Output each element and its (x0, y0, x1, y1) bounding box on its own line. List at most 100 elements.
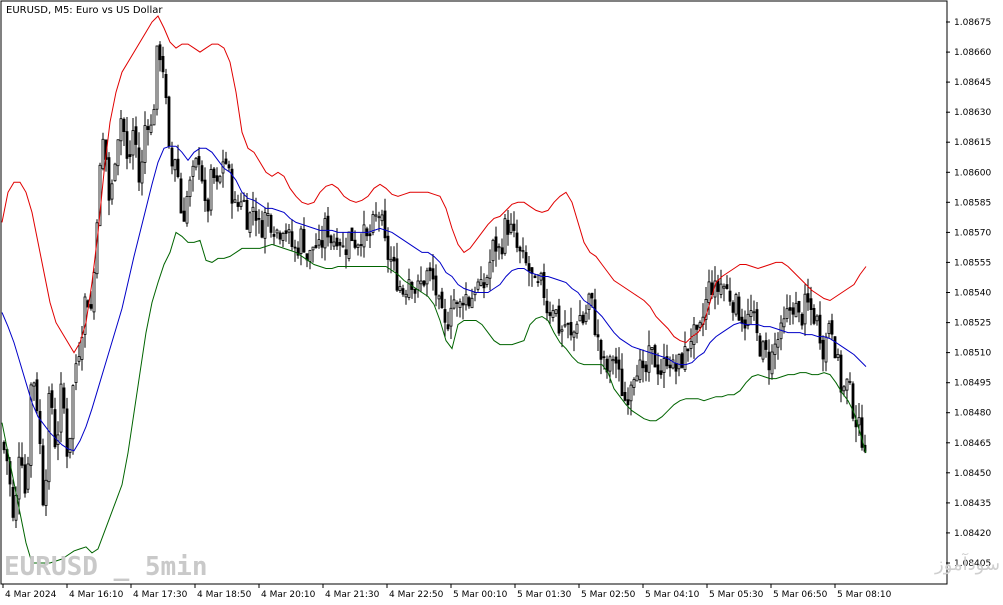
candle-body (554, 309, 558, 314)
x-tick-label: 4 Mar 2024 (5, 590, 57, 600)
candle-body (239, 201, 243, 207)
candle-body (797, 300, 801, 313)
candle-body (446, 324, 450, 330)
candle-body (662, 358, 666, 374)
candle-body (614, 356, 618, 364)
candle-body (428, 267, 432, 272)
candle-body (740, 316, 744, 324)
y-tick-label: 1.08495 (954, 379, 991, 389)
candle-body (200, 165, 204, 182)
candle-body (689, 340, 693, 349)
x-tick-label: 4 Mar 20:10 (261, 590, 316, 600)
candle-body (431, 268, 435, 280)
candle-body (857, 417, 861, 426)
candle-body (206, 199, 210, 212)
candle-body (497, 246, 501, 249)
candle-body (521, 250, 525, 253)
candle-body (158, 44, 162, 61)
candle-body (344, 249, 348, 256)
candle-body (443, 309, 447, 323)
candle-body (32, 382, 36, 387)
candle-body (836, 353, 840, 358)
candle-body (299, 228, 303, 255)
candle-body (590, 292, 594, 299)
candle-body (62, 387, 66, 409)
candle-body (152, 109, 156, 126)
candle-body (839, 354, 843, 393)
candle-body (326, 215, 330, 238)
candle-body (224, 158, 228, 164)
candle-body (215, 175, 219, 182)
candle-body (593, 299, 597, 335)
candle-body (257, 217, 261, 220)
candle-body (218, 175, 222, 183)
candle-body (323, 218, 327, 249)
candle-body (356, 244, 360, 248)
candle-body (209, 169, 213, 211)
candle-body (818, 314, 822, 344)
candle-body (311, 246, 315, 251)
candle-body (599, 339, 603, 360)
candle-body (407, 279, 411, 298)
candle-body (719, 283, 723, 295)
candle-body (182, 210, 186, 222)
candle-body (722, 285, 726, 289)
candle-body (728, 290, 732, 302)
price-chart: 1.08675 1.08660 1.08645 1.08630 1.08615 1.086… (0, 0, 1003, 600)
candle-body (74, 363, 78, 384)
y-axis: 1.08675 1.08660 1.08645 1.08630 1.08615 1.086… (946, 18, 991, 569)
candle-body (176, 158, 180, 177)
candle-body (50, 390, 54, 408)
candle-body (479, 279, 483, 286)
candle-body (461, 302, 465, 306)
candle-body (314, 245, 318, 248)
candle-body (749, 310, 753, 317)
candle-body (386, 235, 390, 260)
candle-body (380, 214, 384, 222)
candle-body (536, 281, 540, 284)
candle-body (197, 156, 201, 165)
candle-body (416, 280, 420, 291)
candle-body (179, 178, 183, 214)
candle-body (41, 445, 45, 506)
candle-body (236, 202, 240, 207)
candle-body (122, 118, 126, 133)
candle-body (281, 232, 285, 241)
watermark-right: انتشار در سایت سودآموز (934, 552, 1003, 575)
candle-body (188, 179, 192, 198)
candle-body (425, 270, 429, 285)
candle-body (698, 322, 702, 328)
candle-body (617, 359, 621, 370)
y-tick-label: 1.08660 (954, 48, 991, 58)
candle-body (155, 45, 159, 110)
candle-body (644, 364, 648, 373)
candle-body (374, 214, 378, 217)
candle-body (440, 291, 444, 309)
candle-body (545, 300, 549, 314)
candle-body (488, 261, 492, 279)
candle-body (320, 240, 324, 248)
candle-body (821, 339, 825, 360)
x-tick-label: 5 Mar 04:10 (645, 590, 700, 600)
candle-body (824, 336, 828, 363)
candle-body (263, 212, 267, 239)
x-tick-label: 5 Mar 08:10 (837, 590, 892, 600)
candle-body (695, 324, 699, 330)
candle-body (272, 233, 276, 237)
candle-body (110, 183, 114, 200)
candle-body (254, 210, 258, 221)
candle-body (833, 336, 837, 359)
candle-body (308, 249, 312, 262)
y-tick-label: 1.08435 (954, 499, 991, 509)
y-tick-label: 1.08600 (954, 168, 991, 178)
candle-body (92, 272, 96, 313)
candle-body (140, 161, 144, 184)
y-tick-label: 1.08570 (954, 228, 991, 238)
candle-body (506, 219, 510, 235)
y-tick-label: 1.08420 (954, 529, 991, 539)
candle-body (194, 157, 198, 168)
candle-body (59, 383, 63, 433)
candle-body (161, 56, 165, 73)
candle-body (830, 320, 834, 335)
candle-body (260, 220, 264, 238)
